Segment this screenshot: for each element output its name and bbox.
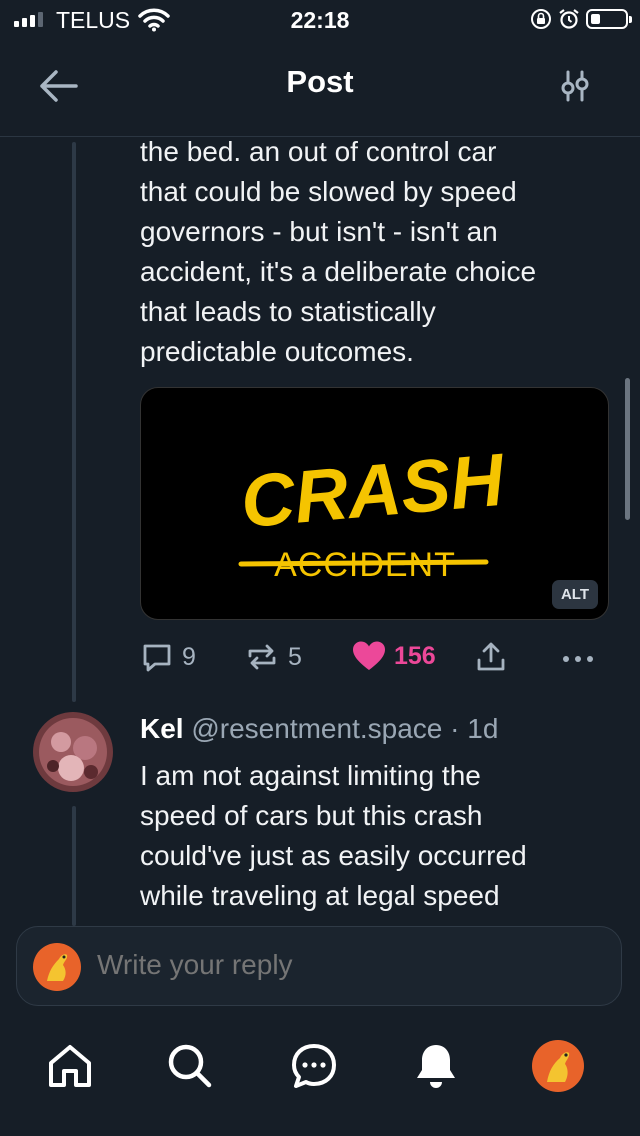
thread-connector — [72, 142, 76, 702]
ellipsis-icon — [563, 656, 593, 662]
alt-text-button[interactable]: ALT — [551, 580, 598, 609]
reply-input[interactable] — [97, 949, 597, 981]
tab-messages[interactable] — [286, 1038, 342, 1094]
share-icon — [477, 642, 505, 671]
scrollbar[interactable] — [625, 378, 630, 520]
reply-body: I am not against limiting the speed of c… — [140, 756, 620, 916]
reply-text-line: I am not against limiting the — [140, 760, 481, 791]
tab-home[interactable] — [42, 1038, 98, 1094]
repost-count: 5 — [288, 642, 302, 671]
bottom-tab-bar — [0, 1024, 640, 1136]
thread-connector — [72, 806, 76, 926]
repost-icon — [248, 644, 276, 670]
post-text-line: governors - but isn't - isn't an — [140, 216, 498, 247]
tab-search[interactable] — [162, 1038, 218, 1094]
comment-icon — [143, 644, 171, 672]
author-handle[interactable]: @resentment.space — [191, 713, 442, 744]
bell-icon — [417, 1045, 455, 1088]
heart-filled-icon — [353, 641, 385, 670]
post-image[interactable]: CRASH ACCIDENT ALT — [140, 387, 609, 620]
post-actions: 9 5 156 — [140, 640, 610, 682]
page-title: Post — [286, 64, 354, 99]
post-text-line: accident, it's a deliberate choice — [140, 256, 537, 287]
post-text-line: predictable outcomes. — [140, 336, 414, 367]
more-options-button[interactable] — [560, 644, 596, 674]
alarm-icon — [559, 9, 579, 29]
strikethrough-line — [238, 559, 489, 567]
crash-not-accident-graphic: CRASH ACCIDENT — [238, 438, 509, 584]
post-text-line: the bed. an out of control car — [140, 136, 497, 167]
user-avatar — [33, 943, 81, 991]
reply-text-line: could've just as easily occurred — [140, 840, 527, 871]
search-icon — [168, 1044, 212, 1088]
post-body: the bed. an out of control car that coul… — [140, 132, 610, 372]
rotation-lock-icon — [531, 9, 551, 29]
profile-avatar-icon — [532, 1040, 584, 1092]
reply-button[interactable]: 9 — [140, 640, 196, 674]
share-button[interactable] — [474, 640, 508, 674]
chat-icon — [292, 1044, 336, 1088]
reply-author-line: Kel @resentment.space · 1d — [140, 710, 498, 748]
battery-icon — [586, 9, 632, 29]
tab-notifications[interactable] — [408, 1038, 464, 1094]
like-count: 156 — [394, 641, 436, 670]
post-age: · 1d — [450, 713, 499, 744]
reply-text-line: while traveling at legal speed — [140, 880, 500, 911]
home-icon — [49, 1045, 91, 1087]
author-display-name[interactable]: Kel — [140, 713, 184, 744]
repost-button[interactable]: 5 — [244, 640, 302, 674]
reply-count: 9 — [182, 642, 196, 671]
reply-composer[interactable] — [16, 926, 622, 1006]
like-button[interactable]: 156 — [352, 640, 436, 672]
tab-profile[interactable] — [530, 1038, 586, 1094]
image-word-crash: CRASH — [238, 438, 509, 544]
avatar[interactable] — [33, 712, 113, 792]
thread-settings-icon[interactable] — [558, 66, 592, 106]
reply-text-line: speed of cars but this crash — [140, 800, 483, 831]
status-bar: TELUS 22:18 — [0, 0, 640, 42]
post-text-line: that could be slowed by speed — [140, 176, 517, 207]
top-navigation-bar: Post — [0, 42, 640, 137]
post-text-line: that leads to statistically — [140, 296, 436, 327]
